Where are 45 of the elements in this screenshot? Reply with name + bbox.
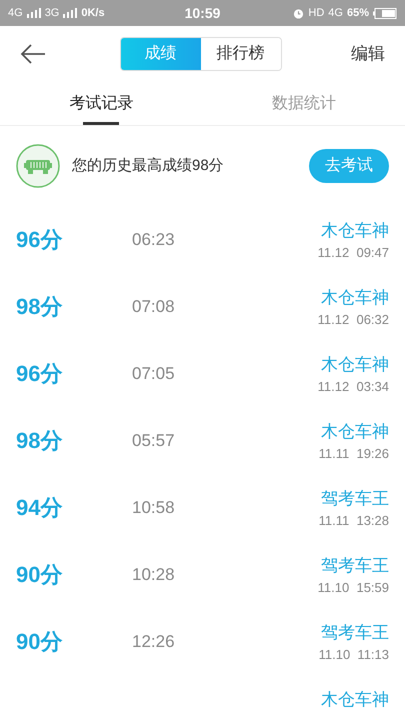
score: 90分 [16,629,62,654]
network-label: 4G [328,6,343,21]
car-icon [16,144,60,188]
duration: 10:28 [132,564,175,584]
network-label: 3G [44,6,60,21]
score: 96分 [16,361,62,386]
date-time: 11.12 09:47 [318,244,389,262]
date-time: 11.12 03:34 [318,378,389,396]
clock: 10:59 [184,4,220,22]
speed-label: 0K/s [81,6,105,21]
rank-title: 驾考车王 [321,554,389,576]
rank-title: 木仓车神 [321,286,389,308]
rank-title: 驾考车王 [321,488,389,510]
edit-button[interactable]: 编辑 [351,41,385,67]
score: 98分 [16,294,62,319]
date-time: 11.10 15:59 [318,579,389,597]
score: 94分 [16,495,62,520]
tab[interactable]: 考试记录 [0,82,202,125]
signal-icon [63,8,78,18]
back-arrow-icon [20,44,46,64]
score: 98分 [16,428,62,453]
rank-title: 驾考车王 [321,622,389,644]
battery-percent: 65% [346,6,369,21]
duration: 10:58 [132,498,175,516]
network-label: 4G [8,6,23,21]
rank-title: 木仓车神 [321,354,389,376]
duration: 07:08 [132,296,175,316]
rank-title: 木仓车神 [321,688,389,710]
score: 90分 [16,562,62,587]
duration: 05:57 [132,430,175,450]
score: 96分 [16,227,62,252]
hd-label: HD [308,6,324,21]
date-time: 11.11 13:28 [318,512,389,530]
rank-title: 木仓车神 [321,220,389,242]
duration: 12:26 [132,632,175,650]
duration: 07:05 [132,364,175,382]
best-score-text: 您的历史最高成绩98分 [72,156,225,176]
date-time: 11.11 19:26 [318,445,389,463]
date-time: 11.12 06:32 [318,311,389,329]
battery-icon [373,8,397,18]
alarm-icon [293,8,304,18]
date-time: 11.10 11:13 [318,646,389,664]
signal-icon [26,8,41,18]
rank-title: 木仓车神 [321,420,389,442]
duration: 06:23 [132,230,175,248]
